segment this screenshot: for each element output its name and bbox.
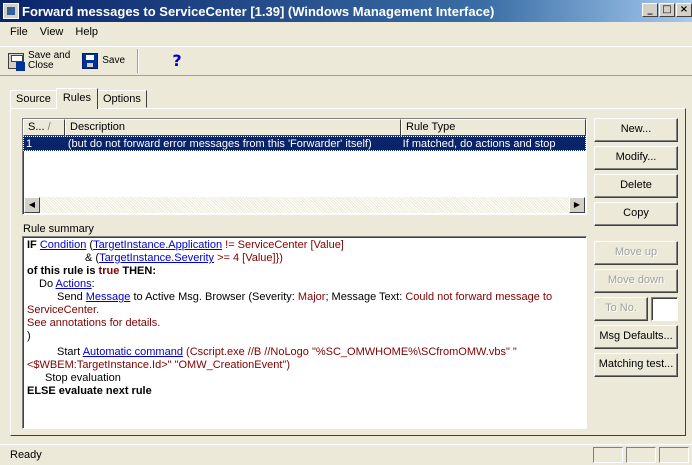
modify-button[interactable]: Modify...	[594, 146, 678, 170]
save-label: Save	[102, 55, 126, 66]
summary-then-line: of this rule is true THEN:	[27, 265, 156, 277]
summary-annotations-line: See annotations for details.	[27, 317, 161, 329]
tab-rules[interactable]: Rules	[55, 88, 98, 109]
condition-link[interactable]: Condition	[40, 239, 86, 251]
target-application-link[interactable]: TargetInstance.Application	[93, 239, 222, 251]
column-description[interactable]: Description	[65, 119, 401, 136]
status-pane	[593, 447, 623, 463]
window-controls: _ □ ×	[641, 3, 692, 17]
row-rule-type: If matched, do actions and stop	[402, 138, 556, 150]
to-no-input[interactable]	[651, 297, 678, 321]
delete-button[interactable]: Delete	[594, 174, 678, 198]
status-pane	[659, 447, 689, 463]
matching-test-button[interactable]: Matching test...	[594, 353, 678, 377]
horizontal-scrollbar[interactable]: ◀ ▶	[24, 197, 585, 213]
rule-summary-label: Rule summary	[23, 223, 94, 235]
move-down-button[interactable]: Move down	[594, 269, 678, 293]
menu-file[interactable]: File	[4, 26, 34, 38]
row-sequence: 1	[26, 138, 33, 150]
status-pane	[626, 447, 656, 463]
tab-source[interactable]: Source	[10, 90, 57, 108]
summary-if-line: IF Condition (TargetInstance.Application…	[27, 239, 344, 251]
menu-help[interactable]: Help	[69, 26, 104, 38]
save-and-close-icon	[8, 53, 25, 71]
summary-else-line: ELSE evaluate next rule	[27, 385, 152, 397]
to-no-button[interactable]: To No.	[594, 297, 648, 321]
save-and-close-button[interactable]: Save and Close	[8, 49, 70, 73]
summary-do-line: Do Actions:	[39, 278, 95, 290]
close-button[interactable]: ×	[676, 3, 692, 17]
scroll-right-icon[interactable]: ▶	[569, 197, 585, 213]
summary-start-line: Start Automatic command (Cscript.exe //B…	[27, 346, 517, 371]
toolbar: Save and Close Save ?	[0, 46, 692, 76]
help-button[interactable]: ?	[169, 49, 189, 73]
maximize-button[interactable]: □	[659, 3, 675, 17]
sort-indicator-icon: /	[47, 121, 51, 133]
automatic-command-link[interactable]: Automatic command	[83, 346, 183, 358]
scroll-track[interactable]	[40, 197, 569, 213]
message-link[interactable]: Message	[86, 291, 131, 303]
toolbar-separator	[137, 49, 140, 73]
list-header: S... / Description Rule Type	[23, 119, 586, 136]
menu-view[interactable]: View	[34, 26, 70, 38]
tab-options[interactable]: Options	[96, 90, 147, 108]
copy-button[interactable]: Copy	[594, 202, 678, 226]
menu-bar: File View Help	[0, 22, 692, 42]
scroll-left-icon[interactable]: ◀	[24, 197, 40, 213]
summary-stop-line: Stop evaluation	[45, 372, 121, 384]
status-bar: Ready	[0, 444, 692, 465]
save-button[interactable]: Save	[82, 49, 125, 73]
tab-strip: Source Rules Options	[10, 88, 147, 109]
actions-link[interactable]: Actions	[56, 278, 92, 290]
column-sequence[interactable]: S... /	[23, 119, 65, 136]
rule-summary-panel: IF Condition (TargetInstance.Application…	[22, 236, 587, 429]
save-and-close-label: Save and Close	[28, 50, 71, 71]
status-text: Ready	[10, 449, 42, 461]
rules-list[interactable]: S... / Description Rule Type 1 (but do n…	[22, 118, 587, 215]
summary-and-line: & (TargetInstance.Severity >= 4 [Value]}…	[85, 252, 283, 264]
move-up-button[interactable]: Move up	[594, 241, 678, 265]
summary-close-paren: )	[27, 330, 31, 342]
minimize-button[interactable]: _	[642, 3, 658, 17]
row-description: (but do not forward error messages from …	[67, 138, 372, 150]
column-rule-type[interactable]: Rule Type	[401, 119, 586, 136]
target-severity-link[interactable]: TargetInstance.Severity	[99, 252, 214, 264]
help-icon: ?	[172, 51, 182, 70]
title-bar: Forward messages to ServiceCenter [1.39]…	[0, 0, 692, 22]
window-title: Forward messages to ServiceCenter [1.39]…	[22, 3, 495, 19]
app-icon	[3, 3, 19, 19]
table-row[interactable]: 1 (but do not forward error messages fro…	[23, 136, 586, 151]
msg-defaults-button[interactable]: Msg Defaults...	[594, 325, 678, 349]
summary-send-line: Send Message to Active Msg. Browser (Sev…	[27, 291, 553, 316]
floppy-disk-icon	[82, 53, 99, 69]
new-button[interactable]: New...	[594, 118, 678, 142]
